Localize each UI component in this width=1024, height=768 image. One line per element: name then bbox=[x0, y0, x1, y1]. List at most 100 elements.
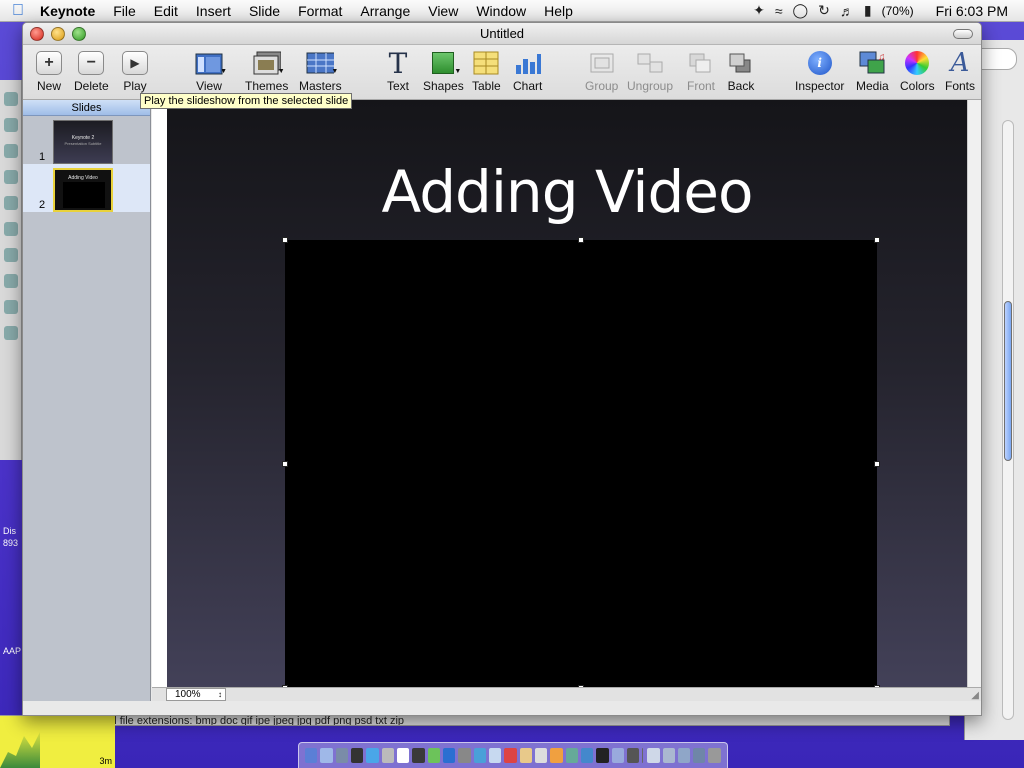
menu-format[interactable]: Format bbox=[289, 3, 351, 19]
dock-app-icon[interactable] bbox=[320, 748, 333, 763]
play-button[interactable]: ▶ Play bbox=[121, 49, 149, 93]
minimize-button[interactable] bbox=[51, 27, 65, 41]
media-button[interactable]: ♫ Media bbox=[856, 49, 889, 93]
minus-icon: − bbox=[78, 51, 105, 75]
resize-handle[interactable] bbox=[282, 461, 288, 467]
view-button[interactable]: ▼ View bbox=[195, 49, 227, 93]
shapes-icon bbox=[432, 52, 455, 74]
slide-thumbnail-2[interactable]: Adding Video bbox=[53, 168, 113, 212]
window-titlebar[interactable]: Untitled bbox=[23, 23, 981, 45]
battery-percent[interactable]: (70%) bbox=[882, 4, 914, 18]
dock-app-icon[interactable] bbox=[473, 748, 486, 763]
canvas-vertical-scrollbar[interactable] bbox=[967, 100, 981, 701]
script-menu-icon[interactable]: ✦ bbox=[753, 2, 765, 19]
delete-slide-button[interactable]: − Delete bbox=[74, 49, 109, 93]
dock-app-icon[interactable] bbox=[519, 748, 532, 763]
dock-folder-icon[interactable] bbox=[693, 748, 706, 763]
view-label: View bbox=[196, 79, 222, 93]
stock-widget[interactable]: 3m bbox=[0, 715, 115, 768]
front-button[interactable]: Front bbox=[687, 49, 715, 93]
stock-graph bbox=[0, 732, 40, 768]
new-slide-button[interactable]: + New bbox=[35, 49, 63, 93]
slide-title[interactable]: Adding Video bbox=[167, 158, 967, 226]
shapes-button[interactable]: ▼ Shapes bbox=[423, 49, 464, 93]
dock-app-icon[interactable] bbox=[366, 748, 379, 763]
chart-button[interactable]: Chart bbox=[513, 49, 542, 93]
slides-header: Slides bbox=[23, 100, 150, 116]
dock-folder-icon[interactable] bbox=[677, 748, 691, 763]
dock-app-icon[interactable] bbox=[427, 748, 440, 763]
apple-menu-icon[interactable]:  bbox=[0, 2, 36, 20]
dock-app-icon[interactable] bbox=[458, 748, 471, 763]
fonts-button[interactable]: A Fonts bbox=[945, 48, 975, 93]
close-button[interactable] bbox=[30, 27, 44, 41]
valid-extensions-text: Valid file extensions: bmp doc gif ipe j… bbox=[93, 715, 405, 726]
menu-window[interactable]: Window bbox=[467, 3, 535, 19]
slide-row-2[interactable]: 2 Adding Video bbox=[23, 164, 150, 212]
dock-app-icon[interactable] bbox=[396, 748, 410, 763]
background-scrollbar[interactable] bbox=[1002, 120, 1014, 720]
ungroup-button[interactable]: Ungroup bbox=[627, 49, 673, 93]
stepper-icon: ↕ bbox=[218, 690, 222, 699]
menu-app[interactable]: Keynote bbox=[36, 3, 104, 19]
dock-app-icon[interactable] bbox=[412, 748, 425, 763]
menu-insert[interactable]: Insert bbox=[187, 3, 240, 19]
ichat-status-icon[interactable]: ◯ bbox=[793, 2, 809, 19]
toolbar-toggle-button[interactable] bbox=[953, 29, 973, 39]
menu-view[interactable]: View bbox=[419, 3, 467, 19]
view-caret-icon: ▼ bbox=[220, 68, 227, 75]
background-label: Dis bbox=[3, 526, 16, 536]
dock-app-icon[interactable] bbox=[442, 748, 456, 763]
play-label: Play bbox=[123, 79, 147, 93]
resize-handle[interactable] bbox=[874, 237, 880, 243]
menu-arrange[interactable]: Arrange bbox=[351, 3, 419, 19]
resize-grip-icon[interactable]: ◢ bbox=[971, 690, 979, 701]
table-button[interactable]: Table bbox=[472, 49, 501, 93]
zoom-button[interactable] bbox=[72, 27, 86, 41]
volume-icon[interactable]: ♬ bbox=[840, 3, 854, 19]
keynote-window: Untitled + New − Delete ▶ Play ▼ View ▼ bbox=[22, 22, 982, 716]
text-label: Text bbox=[386, 79, 409, 93]
dock-app-icon[interactable] bbox=[534, 748, 548, 763]
masters-button[interactable]: ▼ Masters bbox=[299, 49, 342, 93]
dock-app-icon[interactable] bbox=[350, 748, 364, 763]
background-scroll-thumb[interactable] bbox=[1004, 301, 1012, 461]
dock-app-icon[interactable] bbox=[550, 748, 563, 763]
menu-file[interactable]: File bbox=[104, 3, 145, 19]
dock-app-icon[interactable] bbox=[504, 748, 517, 763]
menu-clock[interactable]: Fri 6:03 PM bbox=[936, 3, 1008, 19]
dock-app-icon[interactable] bbox=[626, 748, 640, 763]
zoom-select[interactable]: 100% ↕ bbox=[166, 688, 226, 701]
back-button[interactable]: Back bbox=[727, 49, 755, 93]
menu-slide[interactable]: Slide bbox=[240, 3, 289, 19]
sync-icon[interactable]: ↻ bbox=[818, 2, 830, 19]
wifi-icon[interactable]: ≈ bbox=[775, 3, 783, 19]
dock-app-icon[interactable] bbox=[596, 748, 609, 763]
finder-icon[interactable] bbox=[305, 748, 318, 763]
resize-handle[interactable] bbox=[578, 237, 584, 243]
resize-handle[interactable] bbox=[874, 461, 880, 467]
dock-folder-icon[interactable] bbox=[662, 748, 675, 763]
colors-button[interactable]: Colors bbox=[900, 49, 935, 93]
dock-app-icon[interactable] bbox=[580, 748, 594, 763]
menu-edit[interactable]: Edit bbox=[145, 3, 187, 19]
dock-app-icon[interactable] bbox=[611, 748, 624, 763]
menu-help[interactable]: Help bbox=[535, 3, 582, 19]
dock-app-icon[interactable] bbox=[335, 748, 348, 763]
dock-app-icon[interactable] bbox=[565, 748, 578, 763]
trash-icon[interactable] bbox=[708, 748, 721, 763]
video-placeholder[interactable] bbox=[282, 237, 880, 691]
slide-thumbnail-1[interactable]: Keynote 2 Presentation Subtitle bbox=[53, 120, 113, 164]
slide-row-1[interactable]: 1 Keynote 2 Presentation Subtitle bbox=[23, 116, 150, 164]
zoom-value: 100% bbox=[175, 689, 201, 700]
slide[interactable]: Adding Video bbox=[167, 100, 967, 701]
resize-handle[interactable] bbox=[282, 237, 288, 243]
inspector-button[interactable]: i Inspector bbox=[795, 49, 844, 93]
battery-icon[interactable]: ▮ bbox=[864, 2, 872, 19]
themes-button[interactable]: ▼ Themes bbox=[245, 49, 288, 93]
text-button[interactable]: T Text bbox=[384, 47, 412, 94]
group-button[interactable]: Group bbox=[585, 49, 618, 93]
home-folder-icon[interactable] bbox=[647, 748, 660, 763]
dock-app-icon[interactable] bbox=[488, 748, 502, 763]
dock-app-icon[interactable] bbox=[381, 748, 394, 763]
